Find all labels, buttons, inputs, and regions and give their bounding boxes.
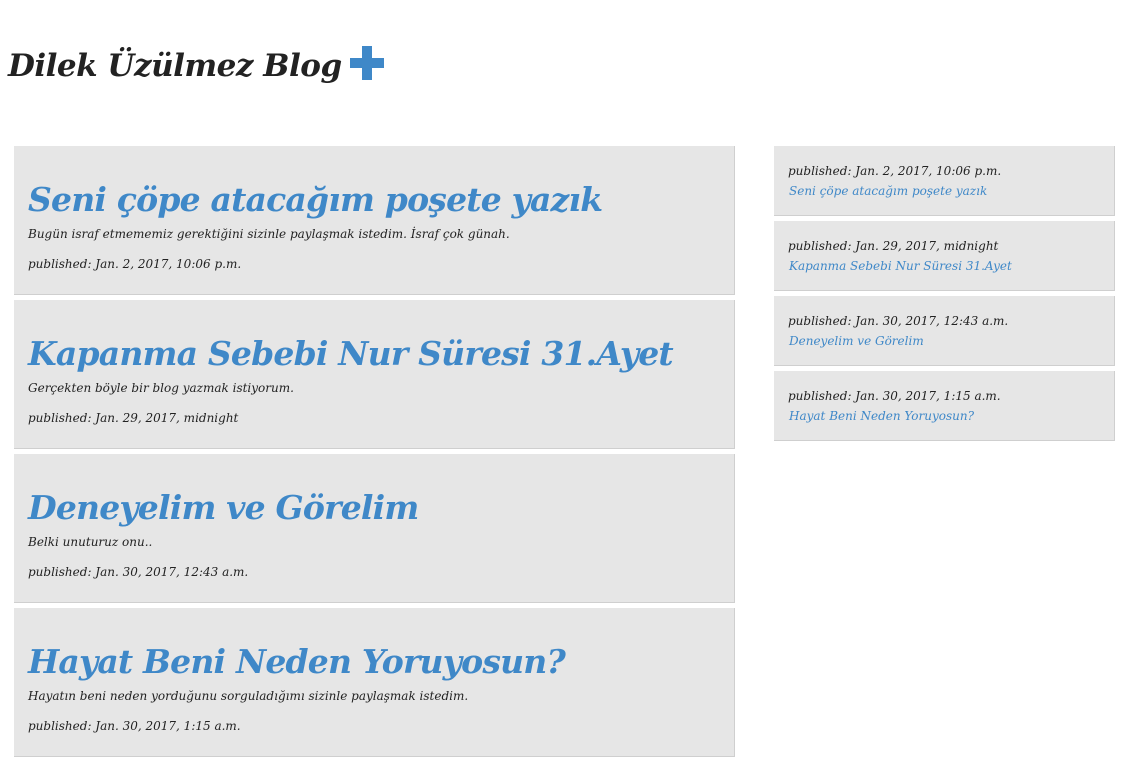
post-card: Kapanma Sebebi Nur Süresi 31.Ayet Gerçek… <box>14 300 735 449</box>
sidebar-published-date: published: Jan. 30, 2017, 1:15 a.m. <box>788 389 1001 403</box>
sidebar-post-link[interactable]: Kapanma Sebebi Nur Süresi 31.Ayet <box>789 258 1012 274</box>
post-title-link[interactable]: Kapanma Sebebi Nur Süresi 31.Ayet <box>28 332 720 376</box>
site-title[interactable]: Dilek Üzülmez Blog <box>8 48 342 84</box>
post-title-link[interactable]: Hayat Beni Neden Yoruyosun? <box>28 640 720 684</box>
post-card: Hayat Beni Neden Yoruyosun? Hayatın beni… <box>14 608 735 757</box>
sidebar-item: published: Jan. 30, 2017, 1:15 a.m. Haya… <box>774 371 1115 441</box>
sidebar-item: published: Jan. 29, 2017, midnight Kapan… <box>774 221 1115 291</box>
sidebar-published-date: published: Jan. 30, 2017, 12:43 a.m. <box>788 314 1009 328</box>
sidebar-item: published: Jan. 2, 2017, 10:06 p.m. Seni… <box>774 146 1115 216</box>
sidebar-published-date: published: Jan. 29, 2017, midnight <box>788 239 999 253</box>
sidebar-published-date: published: Jan. 2, 2017, 10:06 p.m. <box>788 164 1002 178</box>
post-title-link[interactable]: Deneyelim ve Görelim <box>28 486 720 530</box>
post-excerpt: Belki unuturuz onu.. <box>28 535 153 549</box>
sidebar: published: Jan. 2, 2017, 10:06 p.m. Seni… <box>774 146 1115 446</box>
post-published-date: published: Jan. 29, 2017, midnight <box>28 411 239 425</box>
sidebar-post-link[interactable]: Deneyelim ve Görelim <box>789 333 924 349</box>
post-list: Seni çöpe atacağım poşete yazık Bugün is… <box>14 146 735 762</box>
post-excerpt: Hayatın beni neden yorduğunu sorguladığı… <box>28 689 469 703</box>
post-published-date: published: Jan. 2, 2017, 10:06 p.m. <box>28 257 242 271</box>
post-card: Seni çöpe atacağım poşete yazık Bugün is… <box>14 146 735 295</box>
post-published-date: published: Jan. 30, 2017, 1:15 a.m. <box>28 719 241 733</box>
post-excerpt: Gerçekten böyle bir blog yazmak istiyoru… <box>28 381 294 395</box>
post-published-date: published: Jan. 30, 2017, 12:43 a.m. <box>28 565 249 579</box>
sidebar-item: published: Jan. 30, 2017, 12:43 a.m. Den… <box>774 296 1115 366</box>
post-card: Deneyelim ve Görelim Belki unuturuz onu.… <box>14 454 735 603</box>
post-title-link[interactable]: Seni çöpe atacağım poşete yazık <box>28 178 720 222</box>
post-excerpt: Bugün israf etmememiz gerektiğini sizinl… <box>28 227 510 241</box>
site-header: Dilek Üzülmez Blog <box>8 40 384 92</box>
sidebar-post-link[interactable]: Hayat Beni Neden Yoruyosun? <box>789 408 974 424</box>
plus-icon[interactable] <box>349 46 384 80</box>
sidebar-post-link[interactable]: Seni çöpe atacağım poşete yazık <box>789 183 987 199</box>
